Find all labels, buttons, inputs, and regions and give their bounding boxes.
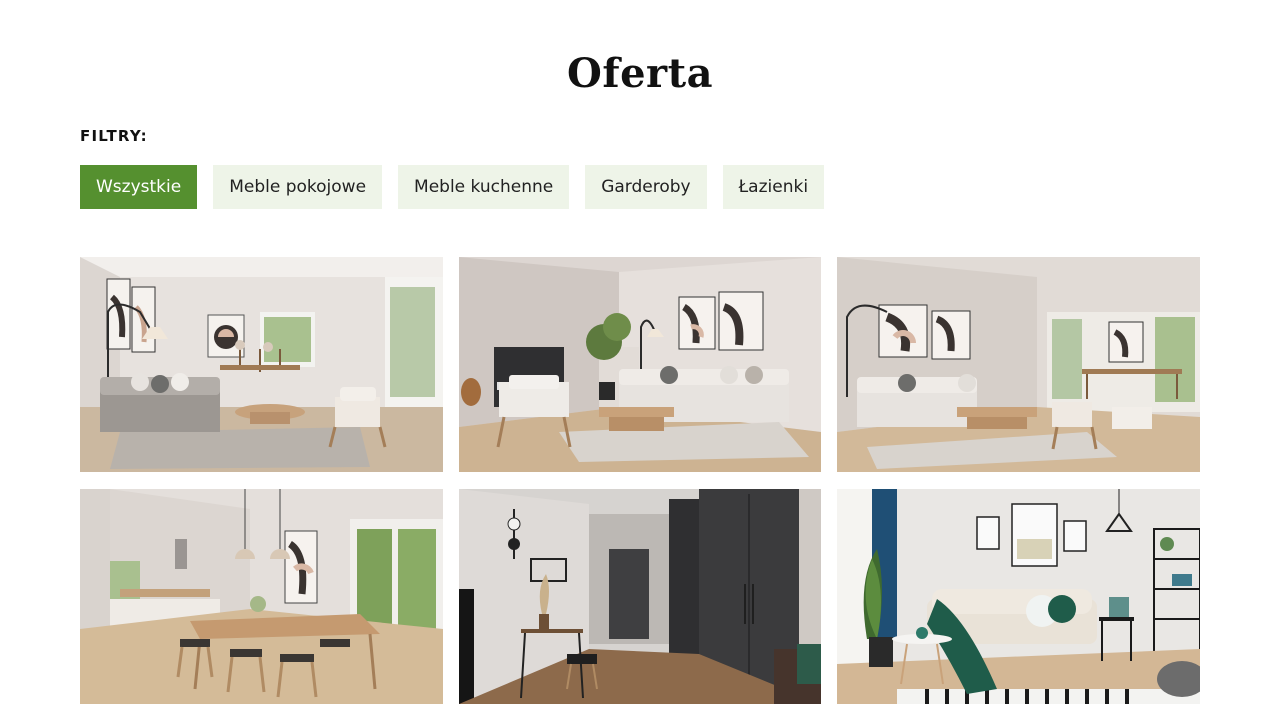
filters-label: FILTRY:	[80, 127, 148, 145]
filter-bar: Wszystkie Meble pokojowe Meble kuchenne …	[80, 165, 825, 209]
gallery-item-living-room-4[interactable]	[837, 489, 1200, 704]
gallery-image	[80, 257, 443, 472]
filter-wardrobes-button[interactable]: Garderoby	[585, 165, 707, 209]
gallery-item-dining-room[interactable]	[80, 489, 443, 704]
gallery-image	[459, 489, 821, 704]
gallery-image	[459, 257, 821, 472]
filter-kitchen-furniture-button[interactable]: Meble kuchenne	[398, 165, 570, 209]
gallery-item-living-room-3[interactable]	[837, 257, 1200, 472]
gallery-item-living-room-2[interactable]	[459, 257, 821, 472]
gallery-image	[837, 489, 1200, 704]
gallery-grid	[80, 257, 1200, 704]
filter-room-furniture-button[interactable]: Meble pokojowe	[213, 165, 383, 209]
gallery-image	[837, 257, 1200, 472]
filter-bathrooms-button[interactable]: Łazienki	[722, 165, 825, 209]
gallery-image	[80, 489, 443, 704]
page-title: Oferta	[567, 50, 713, 97]
gallery-item-hallway[interactable]	[459, 489, 821, 704]
offer-page: Oferta FILTRY: Wszystkie Meble pokojowe …	[0, 0, 1280, 720]
filter-all-button[interactable]: Wszystkie	[80, 165, 198, 209]
gallery-item-living-room-1[interactable]	[80, 257, 443, 472]
